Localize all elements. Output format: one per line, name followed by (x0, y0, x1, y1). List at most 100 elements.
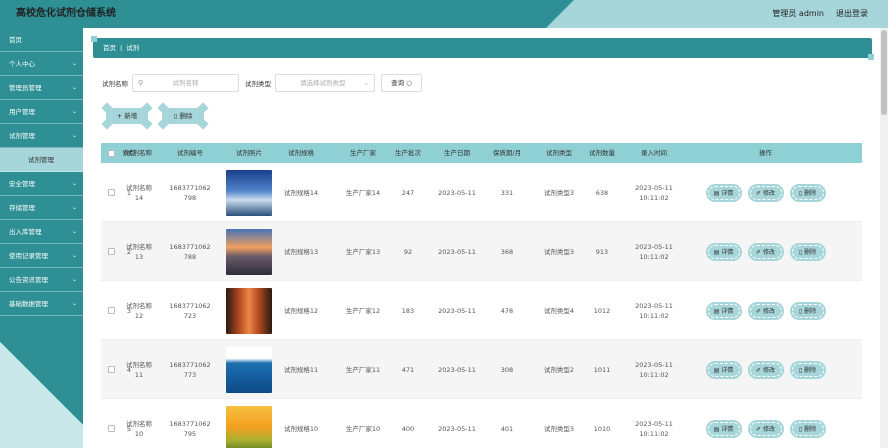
query-label: 查询 (391, 79, 405, 87)
sidebar-item-label: 个人中心 (9, 60, 35, 68)
detail-button[interactable]: ▤ 详情 (707, 362, 740, 377)
column-header: 生产批次 (395, 149, 421, 157)
action-bar: + 新增 ▯ 删除 (101, 108, 209, 130)
sidebar-item-label: 管理员管理 (9, 84, 42, 92)
chevron-down-icon: ⌄ (71, 180, 77, 187)
row-checkbox[interactable] (107, 366, 115, 373)
batch-cell: 183 (401, 306, 415, 315)
sidebar-decoration (0, 318, 83, 448)
logout-link[interactable]: 退出登录 (836, 0, 868, 28)
sidebar-item-label: 存储管理 (9, 204, 35, 212)
reagent-photo (226, 346, 272, 393)
maker-cell: 生产厂家14 (345, 188, 381, 197)
document-icon: ▤ (713, 189, 720, 197)
sidebar-item[interactable]: 首页 (0, 28, 83, 52)
detail-button[interactable]: ▤ 详情 (707, 244, 740, 259)
detail-button[interactable]: ▤ 详情 (707, 185, 740, 200)
chevron-down-icon: ⌄ (71, 252, 77, 259)
add-button[interactable]: + 新增 (101, 108, 153, 130)
maker-cell: 生产厂家11 (345, 365, 381, 374)
batch-delete-button[interactable]: ▯ 删除 (157, 108, 209, 130)
sidebar-item[interactable]: 基础数据管理 ⌄ (0, 292, 83, 316)
query-button[interactable]: 查询 ○ (381, 74, 422, 92)
scrollbar-thumb[interactable] (881, 30, 887, 115)
document-icon: ▤ (713, 307, 720, 315)
add-label: 新增 (124, 112, 138, 120)
code-cell: 1683771062 795 (169, 419, 211, 438)
delete-button[interactable]: ▯ 删除 (791, 421, 824, 436)
code-cell: 1683771062 788 (169, 242, 211, 261)
operations-cell: ▤ 详情 ✐ 修改 ▯ 删除 (671, 163, 860, 222)
sidebar-item-label: 基础数据管理 (9, 300, 48, 308)
breadcrumb-current: 试剂 (126, 44, 140, 52)
plus-icon: + (116, 112, 123, 120)
sidebar-item[interactable]: 公告资讯管理 ⌄ (0, 268, 83, 292)
quantity-cell: 1012 (593, 306, 611, 315)
edit-button[interactable]: ✐ 修改 (749, 421, 782, 436)
type-placeholder: 请选择试剂类型 (300, 79, 346, 87)
sidebar-item[interactable]: 安全管理 ⌄ (0, 172, 83, 196)
column-header: 试剂数量 (589, 149, 615, 157)
shelf-life-cell: 368 (500, 247, 514, 256)
row-checkbox[interactable] (107, 307, 115, 314)
chevron-down-icon: ⌄ (71, 108, 77, 115)
row-checkbox[interactable] (107, 189, 115, 196)
row-checkbox[interactable] (107, 425, 115, 432)
batch-cell: 92 (403, 247, 413, 256)
reagent-photo (226, 228, 272, 275)
sidebar-item[interactable]: 用户管理 ⌄ (0, 100, 83, 124)
column-header: 生产厂家 (350, 149, 376, 157)
checkbox-cell (104, 399, 118, 448)
sidebar-item[interactable]: 出入库管理 ⌄ (0, 220, 83, 244)
row-checkbox[interactable] (107, 248, 115, 255)
sidebar: 首页 个人中心 ⌄ 管理员管理 ⌄ 用户管理 ⌄ 试剂管理 ⌄ 试剂管理 安全管理 ⌄ 存储管理 ⌄ 出入库… (0, 28, 83, 448)
chevron-down-icon: ⌄ (71, 204, 77, 211)
main-content: 首页 | 试剂 试剂名称 ⚲ 试剂名称 试剂类型 请选择试剂类型 ⌄ 查询 ○ … (83, 28, 880, 448)
date-cell: 2023-05-11 (438, 365, 476, 374)
edit-button[interactable]: ✐ 修改 (749, 185, 782, 200)
edit-button[interactable]: ✐ 修改 (749, 362, 782, 377)
sidebar-item[interactable]: 管理员管理 ⌄ (0, 76, 83, 100)
sidebar-item-label: 试剂管理 (28, 156, 54, 164)
edit-button[interactable]: ✐ 修改 (749, 244, 782, 259)
column-header: 生产日期 (444, 149, 470, 157)
edit-icon: ✐ (756, 425, 762, 433)
code-cell: 1683771062 723 (169, 301, 211, 320)
column-header: 试剂编号 (177, 149, 203, 157)
trash-icon: ▯ (798, 425, 803, 433)
chevron-down-icon: ⌄ (71, 228, 77, 235)
edit-icon: ✐ (756, 366, 762, 374)
sidebar-item[interactable]: 存储管理 ⌄ (0, 196, 83, 220)
document-icon: ▤ (713, 366, 720, 374)
sidebar-item[interactable]: 个人中心 ⌄ (0, 52, 83, 76)
spec-cell: 试剂规格14 (283, 188, 319, 197)
date-cell: 2023-05-11 (438, 247, 476, 256)
date-cell: 2023-05-11 (438, 424, 476, 433)
delete-button[interactable]: ▯ 删除 (791, 303, 824, 318)
name-search-input[interactable]: ⚲ 试剂名称 (132, 74, 239, 92)
vertical-scrollbar[interactable] (880, 28, 888, 448)
delete-button[interactable]: ▯ 删除 (791, 362, 824, 377)
name-cell: 试剂名称11 (126, 360, 152, 379)
search-form: 试剂名称 ⚲ 试剂名称 试剂类型 请选择试剂类型 ⌄ 查询 ○ (102, 74, 422, 92)
table-row: 3 试剂名称12 1683771062 723 试剂规格12 生产厂家12 183 2023-… (101, 281, 862, 340)
breadcrumb-home[interactable]: 首页 (103, 38, 116, 58)
app-header: 高校危化试剂仓储系统 管理员 admin 退出登录 (0, 0, 888, 28)
detail-button[interactable]: ▤ 详情 (707, 421, 740, 436)
spec-cell: 试剂规格11 (283, 365, 319, 374)
code-cell: 1683771062 798 (169, 183, 211, 202)
sidebar-item[interactable]: 使用记录管理 ⌄ (0, 244, 83, 268)
checkbox-cell (104, 340, 118, 399)
select-all-checkbox[interactable] (107, 149, 115, 157)
sidebar-item[interactable]: 试剂管理 ⌄ (0, 124, 83, 148)
type-label: 试剂类型 (245, 80, 271, 88)
detail-button[interactable]: ▤ 详情 (707, 303, 740, 318)
delete-button[interactable]: ▯ 删除 (791, 244, 824, 259)
type-select[interactable]: 请选择试剂类型 ⌄ (275, 74, 375, 92)
date-cell: 2023-05-11 (438, 188, 476, 197)
trash-icon: ▯ (798, 366, 803, 374)
shelf-life-cell: 308 (500, 365, 514, 374)
sidebar-subitem[interactable]: 试剂管理 (0, 148, 83, 172)
edit-button[interactable]: ✐ 修改 (749, 303, 782, 318)
delete-button[interactable]: ▯ 删除 (791, 185, 824, 200)
